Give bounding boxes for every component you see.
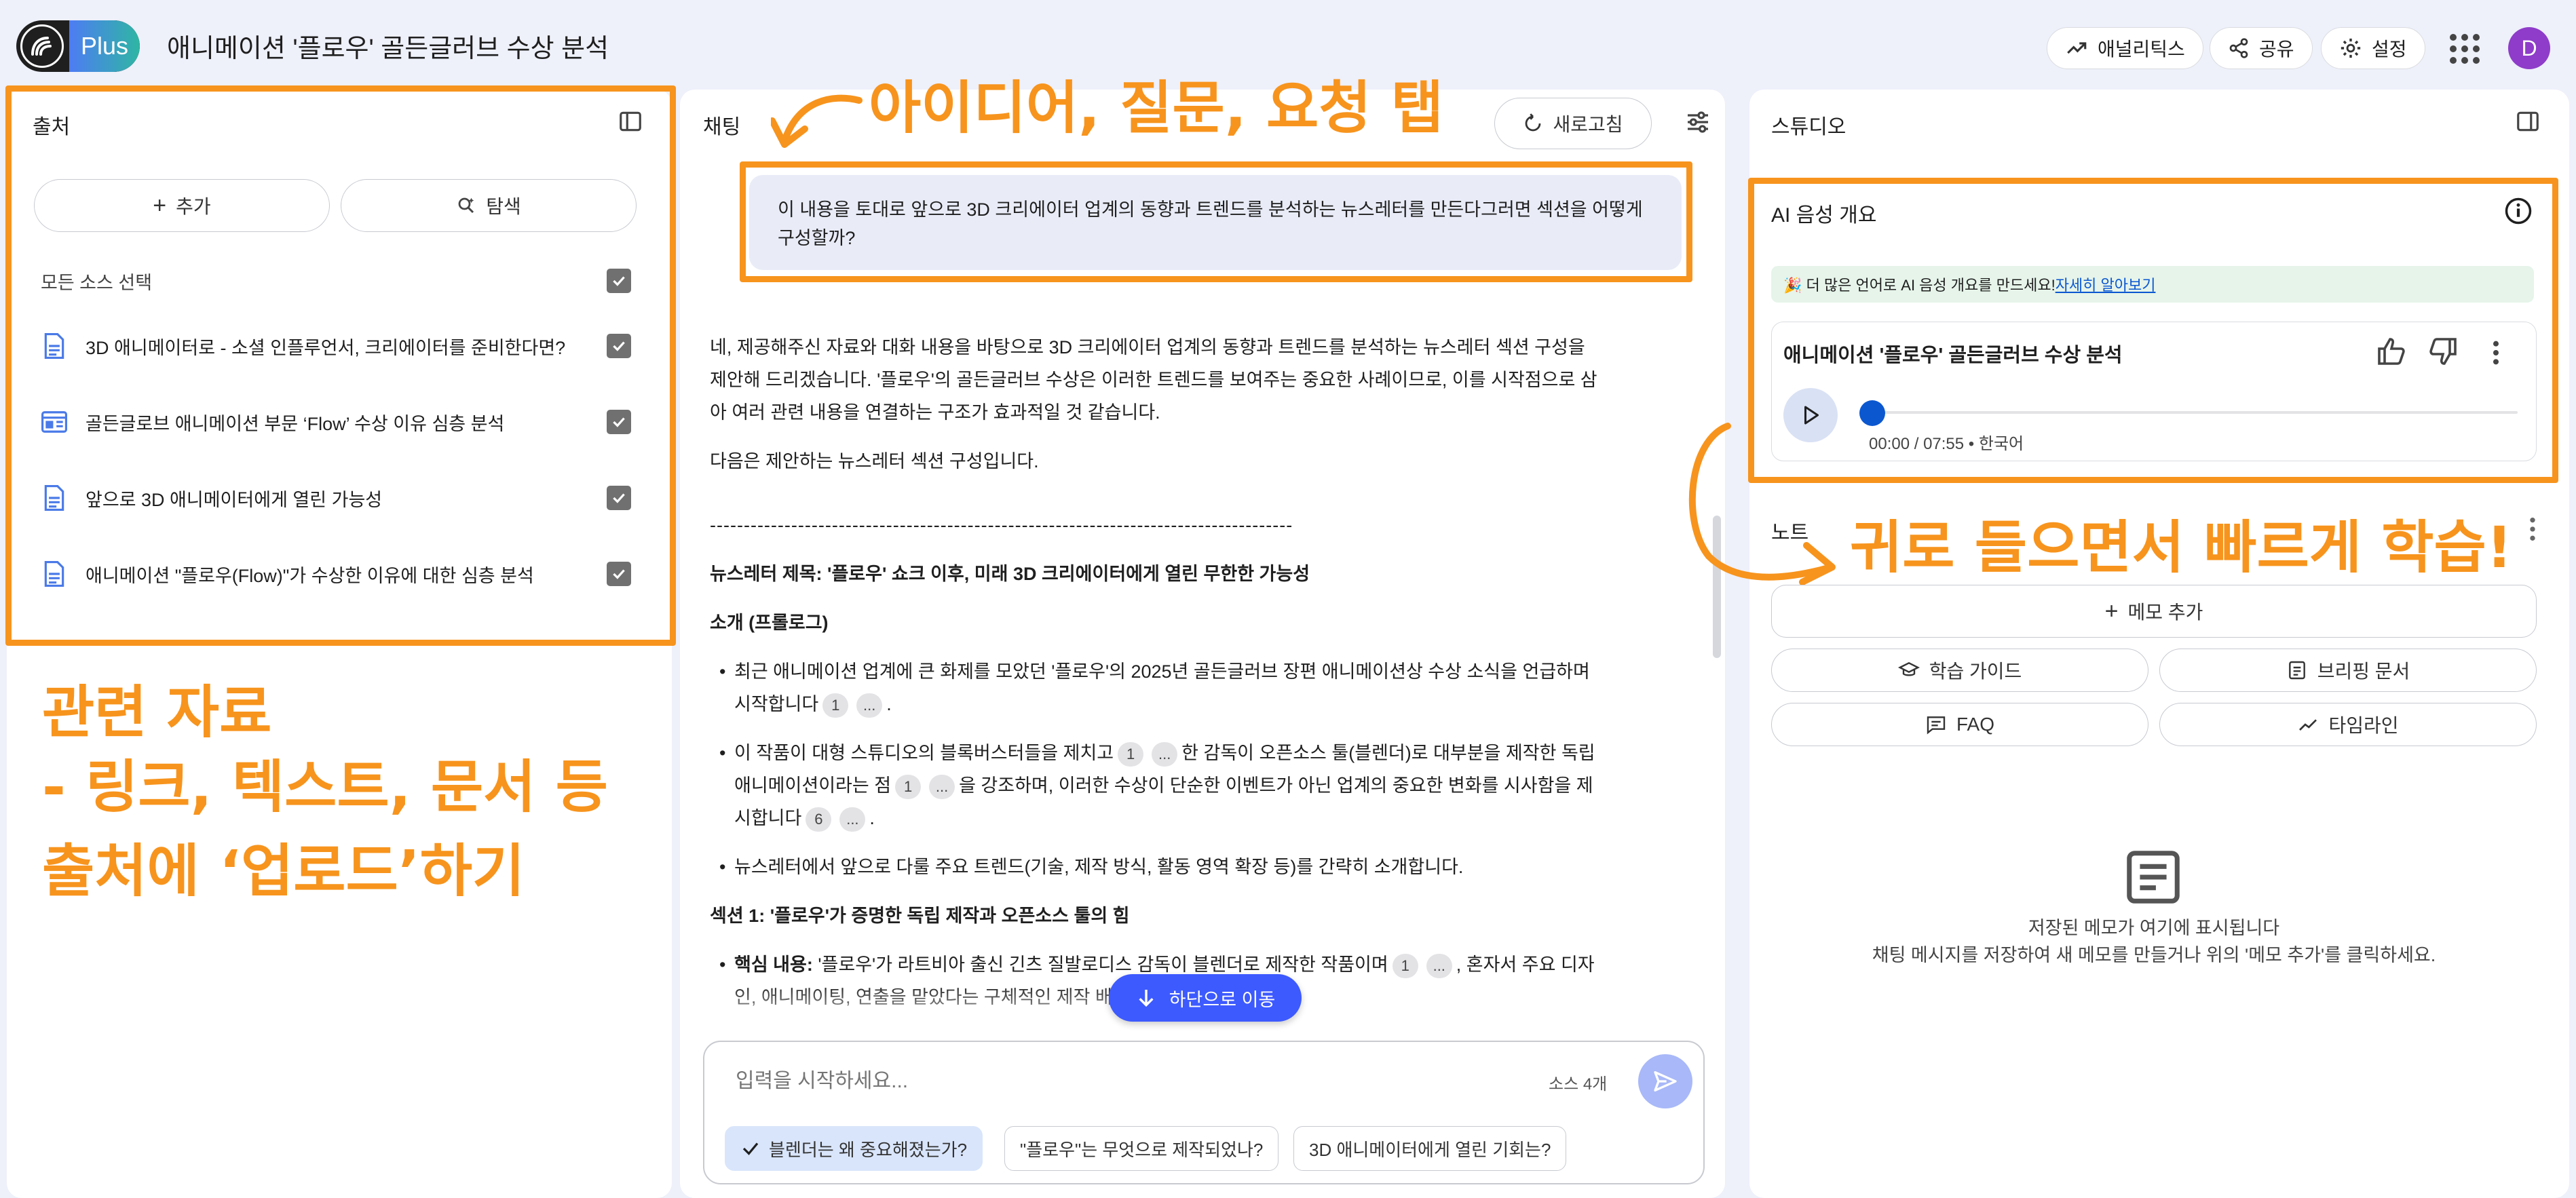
settings-button[interactable]: 설정 xyxy=(2321,27,2425,69)
intro-heading: 소개 (프롤로그) xyxy=(710,613,829,633)
citation-chip[interactable]: 1 xyxy=(1392,953,1418,978)
bullet-text: 이 작품이 대형 스튜디오의 블록버스터들을 제치고 xyxy=(734,743,1114,763)
citation-chip[interactable]: 1 xyxy=(1118,741,1144,767)
faq-button[interactable]: FAQ xyxy=(1771,703,2148,746)
notebook-title[interactable]: 애니메이션 '플로우' 골든글러브 수상 분석 xyxy=(167,27,609,64)
response-body: 네, 제공해주신 자료와 대화 내용을 바탕으로 3D 크리에이터 업계의 동향… xyxy=(710,331,1606,1013)
settings-label: 설정 xyxy=(2372,39,2407,60)
send-icon xyxy=(1654,1071,1677,1091)
bullet-text: '플로우'가 라트비아 출신 긴츠 질발로디스 감독이 블렌더로 제작한 작품이… xyxy=(818,954,1388,975)
send-button[interactable] xyxy=(1638,1054,1692,1108)
annotation-arrow-icon xyxy=(771,94,863,148)
tune-settings-icon[interactable] xyxy=(1684,109,1711,139)
briefing-doc-button[interactable]: 브리핑 문서 xyxy=(2159,649,2537,692)
notebooklm-logo[interactable]: Plus xyxy=(16,20,140,72)
citation-chip[interactable]: 1 xyxy=(822,693,849,718)
faq-label: FAQ xyxy=(1956,714,1994,735)
scroll-to-bottom-button[interactable]: 하단으로 이동 xyxy=(1109,974,1302,1022)
share-button[interactable]: 공유 xyxy=(2210,27,2313,69)
audio-annotation: 귀로 들으면서 빠르게 학습! xyxy=(1850,514,2513,581)
audio-highlight-box xyxy=(1748,178,2558,483)
add-note-label: 메모 추가 xyxy=(2127,602,2203,623)
sources-annotation-line2: - 링크, 텍스트, 문서 등 xyxy=(42,754,608,820)
scroll-to-bottom-label: 하단으로 이동 xyxy=(1169,989,1276,1010)
sources-highlight-box xyxy=(5,85,676,646)
empty-notes-icon xyxy=(2121,845,2185,912)
avatar[interactable]: D xyxy=(2508,27,2550,69)
response-lead: 다음은 제안하는 뉴스레터 섹션 구성입니다. xyxy=(710,451,1039,471)
suggestion-chip[interactable]: 블렌더는 왜 중요해졌는가? xyxy=(725,1126,983,1171)
empty-notes-title: 저장된 메모가 여기에 표시됩니다 xyxy=(2028,918,2280,938)
check-icon xyxy=(742,1142,759,1155)
add-note-button[interactable]: + 메모 추가 xyxy=(1771,585,2537,638)
core-label: 핵심 내용: xyxy=(734,954,813,975)
collapse-studio-icon[interactable] xyxy=(2515,109,2541,138)
list-item: 뉴스레터에서 앞으로 다룰 주요 트렌드(기술, 제작 방식, 활동 영역 확장… xyxy=(710,851,1606,883)
suggestion-chip[interactable]: "플로우"는 무엇으로 제작되었나? xyxy=(1004,1126,1279,1171)
list-item: 최근 애니메이션 업계에 큰 화제를 모았던 '플로우'의 2025년 골든글러… xyxy=(710,655,1606,720)
citation-chip[interactable]: 1 xyxy=(895,774,922,799)
suggestion-label: 블렌더는 왜 중요해졌는가? xyxy=(769,1139,968,1160)
study-guide-label: 학습 가이드 xyxy=(1929,661,2022,682)
citation-more-chip[interactable]: ... xyxy=(1426,953,1452,978)
chat-input[interactable] xyxy=(736,1062,1482,1100)
suggestion-chip[interactable]: 3D 애니메이터에게 열린 기회는? xyxy=(1293,1126,1567,1171)
briefing-doc-label: 브리핑 문서 xyxy=(2317,661,2410,682)
notes-more-icon[interactable] xyxy=(2526,516,2539,546)
annotation-curve-arrow-icon xyxy=(1688,423,1836,585)
chat-highlight-box xyxy=(740,161,1692,282)
citation-more-chip[interactable]: ... xyxy=(1152,741,1178,767)
timeline-label: 타임라인 xyxy=(2328,715,2399,736)
share-icon xyxy=(2229,38,2248,58)
chat-bubble-icon xyxy=(1927,716,1946,735)
list-item: 이 작품이 대형 스튜디오의 블록버스터들을 제치고1...한 감독이 오픈소스… xyxy=(710,737,1606,834)
apps-grid-icon[interactable] xyxy=(2450,34,2480,64)
suggestion-label: "플로우"는 무엇으로 제작되었나? xyxy=(1020,1139,1264,1160)
analytics-button[interactable]: 애널리틱스 xyxy=(2047,27,2203,69)
sources-annotation-line1: 관련 자료 xyxy=(42,679,272,746)
response-intro: 네, 제공해주신 자료와 대화 내용을 바탕으로 3D 크리에이터 업계의 동향… xyxy=(710,337,1597,423)
timeline-button[interactable]: 타임라인 xyxy=(2159,703,2537,746)
studio-title: 스튜디오 xyxy=(1771,116,1846,138)
graduation-cap-icon xyxy=(1897,661,1920,676)
analytics-label: 애널리틱스 xyxy=(2098,39,2185,60)
citation-more-chip[interactable]: ... xyxy=(856,693,883,718)
citation-chip[interactable]: 6 xyxy=(806,807,832,832)
timeline-icon xyxy=(2299,719,2317,731)
citation-more-chip[interactable]: ... xyxy=(929,774,955,799)
study-guide-button[interactable]: 학습 가이드 xyxy=(1771,649,2148,692)
chat-title: 채팅 xyxy=(703,116,741,138)
bullet-text: 뉴스레터에서 앞으로 다룰 주요 트렌드(기술, 제작 방식, 활동 영역 확장… xyxy=(734,857,1464,877)
citation-more-chip[interactable]: ... xyxy=(839,807,866,832)
sources-annotation-line3: 출처에 ‘업로드’하기 xyxy=(42,838,525,904)
refresh-icon xyxy=(1526,113,1541,132)
source-count: 소스 4개 xyxy=(1549,1075,1608,1094)
trending-up-icon xyxy=(2067,42,2087,54)
suggestion-label: 3D 애니메이터에게 열린 기회는? xyxy=(1309,1139,1551,1160)
gear-icon xyxy=(2341,38,2361,58)
refresh-label: 새로고침 xyxy=(1553,114,1623,135)
plan-badge: Plus xyxy=(69,20,140,72)
briefing-doc-icon xyxy=(2288,661,2305,680)
logo-mark-icon xyxy=(20,24,64,68)
section1-heading: 섹션 1: '플로우'가 증명한 독립 제작과 오픈소스 툴의 힘 xyxy=(710,906,1130,926)
share-label: 공유 xyxy=(2259,39,2294,60)
plus-icon: + xyxy=(2104,598,2119,624)
response-divider: ----------------------------------------… xyxy=(710,515,1293,535)
arrow-down-icon xyxy=(1139,990,1154,1007)
empty-notes-description: 채팅 메시지를 저장하여 새 메모를 만들거나 위의 '메모 추가'를 클릭하세… xyxy=(1872,945,2436,965)
chat-annotation: 아이디어, 질문, 요청 탭 xyxy=(869,75,1444,141)
newsletter-title: 뉴스레터 제목: '플로우' 쇼크 이후, 미래 3D 크리에이터에게 열린 무… xyxy=(710,564,1310,584)
refresh-button[interactable]: 새로고침 xyxy=(1494,98,1652,149)
